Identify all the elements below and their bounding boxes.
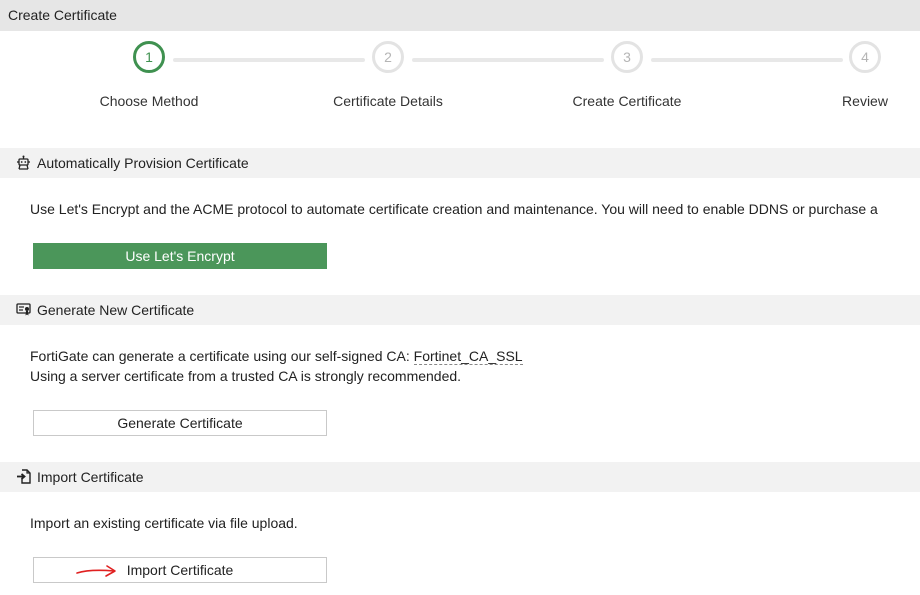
step-4-label: Review [842,93,888,109]
generate-recommendation-text: Using a server certificate from a truste… [30,368,462,384]
generate-certificate-button[interactable]: Generate Certificate [33,410,327,436]
generate-description: FortiGate can generate a certificate usi… [30,346,523,386]
step-1-indicator: 1 [133,41,165,73]
generate-certificate-header: Generate New Certificate [0,295,920,325]
step-2-label: Certificate Details [333,93,443,109]
generate-description-text: FortiGate can generate a certificate usi… [30,348,414,364]
step-3-indicator: 3 [611,41,643,73]
import-file-icon [16,469,31,484]
section-title: Automatically Provision Certificate [37,155,249,171]
section-title: Generate New Certificate [37,302,195,318]
annotation-arrow-icon [76,565,116,577]
import-description: Import an existing certificate via file … [30,515,298,531]
wizard-stepper: 1 2 3 4 Choose Method Certificate Detail… [0,31,920,131]
section-title: Import Certificate [37,469,144,485]
certificate-icon [16,302,31,317]
step-3-label: Create Certificate [572,93,682,109]
step-2-indicator: 2 [372,41,404,73]
window-title: Create Certificate [0,0,920,31]
step-1-label: Choose Method [99,93,199,109]
auto-provision-header: Automatically Provision Certificate [0,148,920,178]
step-4-indicator: 4 [849,41,881,73]
auto-provision-description: Use Let's Encrypt and the ACME protocol … [30,201,878,217]
step-connector [173,58,365,62]
use-lets-encrypt-button[interactable]: Use Let's Encrypt [33,243,327,269]
step-connector [412,58,604,62]
step-connector [651,58,843,62]
robot-icon [16,155,31,170]
import-certificate-header: Import Certificate [0,462,920,492]
ca-link[interactable]: Fortinet_CA_SSL [413,348,523,365]
